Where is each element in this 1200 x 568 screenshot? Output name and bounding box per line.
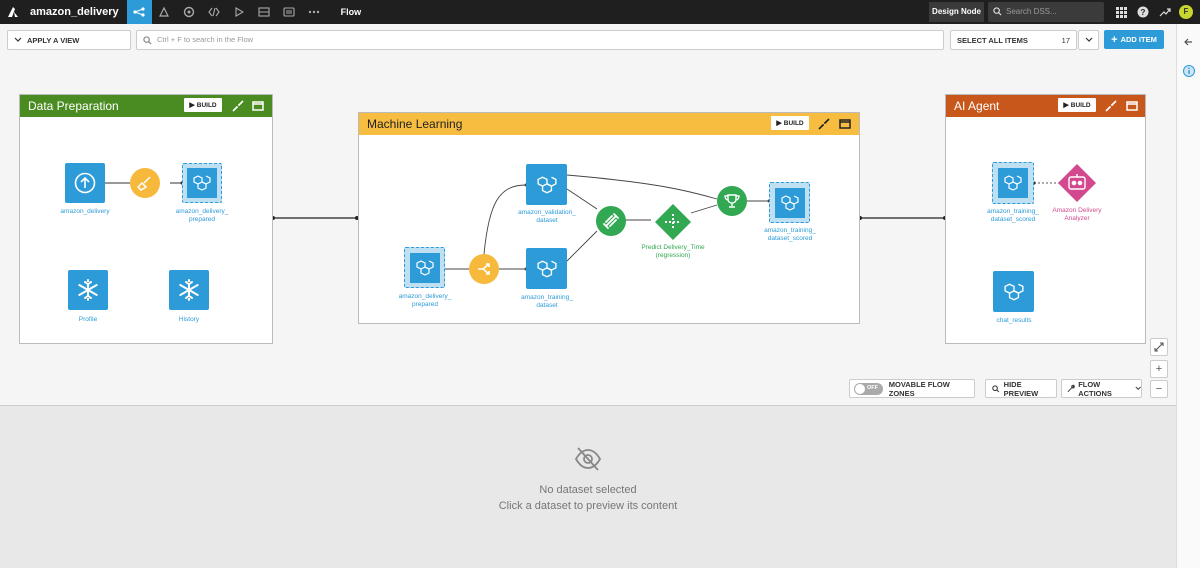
preview-title: No dataset selected [539,484,637,496]
hide-preview-label: HIDE PREVIEW [1003,379,1039,398]
dataset-label: History [178,316,200,323]
dumbbell-icon [603,213,619,229]
snowflake-icon [179,279,199,301]
zone-edges [105,181,184,185]
dataset-chat-results[interactable] [993,271,1034,312]
dataset-preview-panel: No dataset selected Click a dataset to p… [0,405,1176,568]
expand-icon [1154,342,1164,352]
zone-ai-agent[interactable]: AI Agent ▶ BUILD amazon_training_ datase… [945,94,1146,344]
dataset-label: amazon_delivery [60,208,110,215]
dataset-label: amazon_training_ dataset_scored [764,227,816,242]
movable-flow-zones-toggle[interactable]: OFF MOVABLE FLOW ZONES [849,379,975,398]
preview-subtitle: Click a dataset to preview its content [498,500,678,512]
cubes-icon [409,252,440,283]
chevron-down-icon [1135,386,1141,390]
dataset-amazon-delivery[interactable] [65,163,105,203]
agent-amazon-delivery-analyzer[interactable] [1056,162,1098,204]
dataset-label: chat_results [996,317,1032,324]
split-icon [478,263,490,275]
fit-view-button[interactable] [1150,338,1168,356]
avatar-initial: F [1179,5,1193,19]
dataset-label: amazon_delivery_ prepared [398,293,452,308]
eye-slash-icon [574,446,602,477]
dataset-amazon-validation[interactable] [526,164,567,205]
snowflake-icon [78,279,98,301]
cubes-icon [536,259,557,278]
model-predict-delivery-time[interactable] [653,202,693,242]
upload-icon [74,172,96,194]
dataset-label: amazon_training_ dataset [521,294,573,309]
info-icon[interactable] [1183,64,1195,82]
zoom-in-button[interactable]: + [1150,360,1168,378]
split-recipe-node[interactable] [469,254,499,284]
dataset-amazon-training[interactable] [526,248,567,289]
toggle-switch[interactable]: OFF [854,382,883,395]
zone-machine-learning[interactable]: Machine Learning ▶ BUILD amazon_delivery… [358,112,860,324]
collapse-arrow-icon[interactable] [1183,34,1193,52]
dataset-label: amazon_training_ dataset_scored [987,208,1039,223]
right-side-panel [1176,24,1200,568]
zoom-out-button[interactable]: − [1150,380,1168,398]
prepare-recipe-node[interactable] [130,168,160,198]
hide-preview-button[interactable]: HIDE PREVIEW [985,379,1057,398]
cubes-icon [187,168,217,198]
broom-icon [137,176,151,191]
cubes-icon [774,187,805,218]
flow-actions-button[interactable]: FLOW ACTIONS [1061,379,1142,398]
dataset-amazon-delivery-prepared[interactable] [404,247,445,288]
model-label: Predict Delivery_Time (regression) [641,244,705,259]
toggle-state: OFF [867,384,878,391]
zone-edges [1032,181,1060,185]
score-recipe-node[interactable] [717,186,747,216]
dataset-amazon-delivery-prepared[interactable] [182,163,222,203]
movable-label: MOVABLE FLOW ZONES [888,379,950,398]
dataset-amazon-training-scored[interactable] [769,182,810,223]
dataset-profile[interactable] [68,270,108,310]
cubes-icon [998,168,1028,198]
train-recipe-node[interactable] [596,206,626,236]
dataset-label: amazon_validation_ dataset [518,209,576,224]
trophy-icon [724,194,740,208]
wrench-icon [1067,384,1075,393]
search-icon [992,384,1000,392]
dataset-label: amazon_delivery_ prepared [175,208,229,223]
zone-data-preparation[interactable]: Data Preparation ▶ BUILD amazon_delivery… [19,94,273,344]
agent-label: Amazon Delivery Analyzer [1052,207,1102,222]
dataset-label: Profile [78,316,98,323]
user-avatar[interactable]: F [1178,4,1194,20]
dataset-history[interactable] [169,270,209,310]
cubes-icon [1003,282,1024,301]
cubes-icon [536,175,557,194]
dataset-amazon-training-scored[interactable] [992,162,1034,204]
flow-actions-label: FLOW ACTIONS [1078,379,1112,398]
